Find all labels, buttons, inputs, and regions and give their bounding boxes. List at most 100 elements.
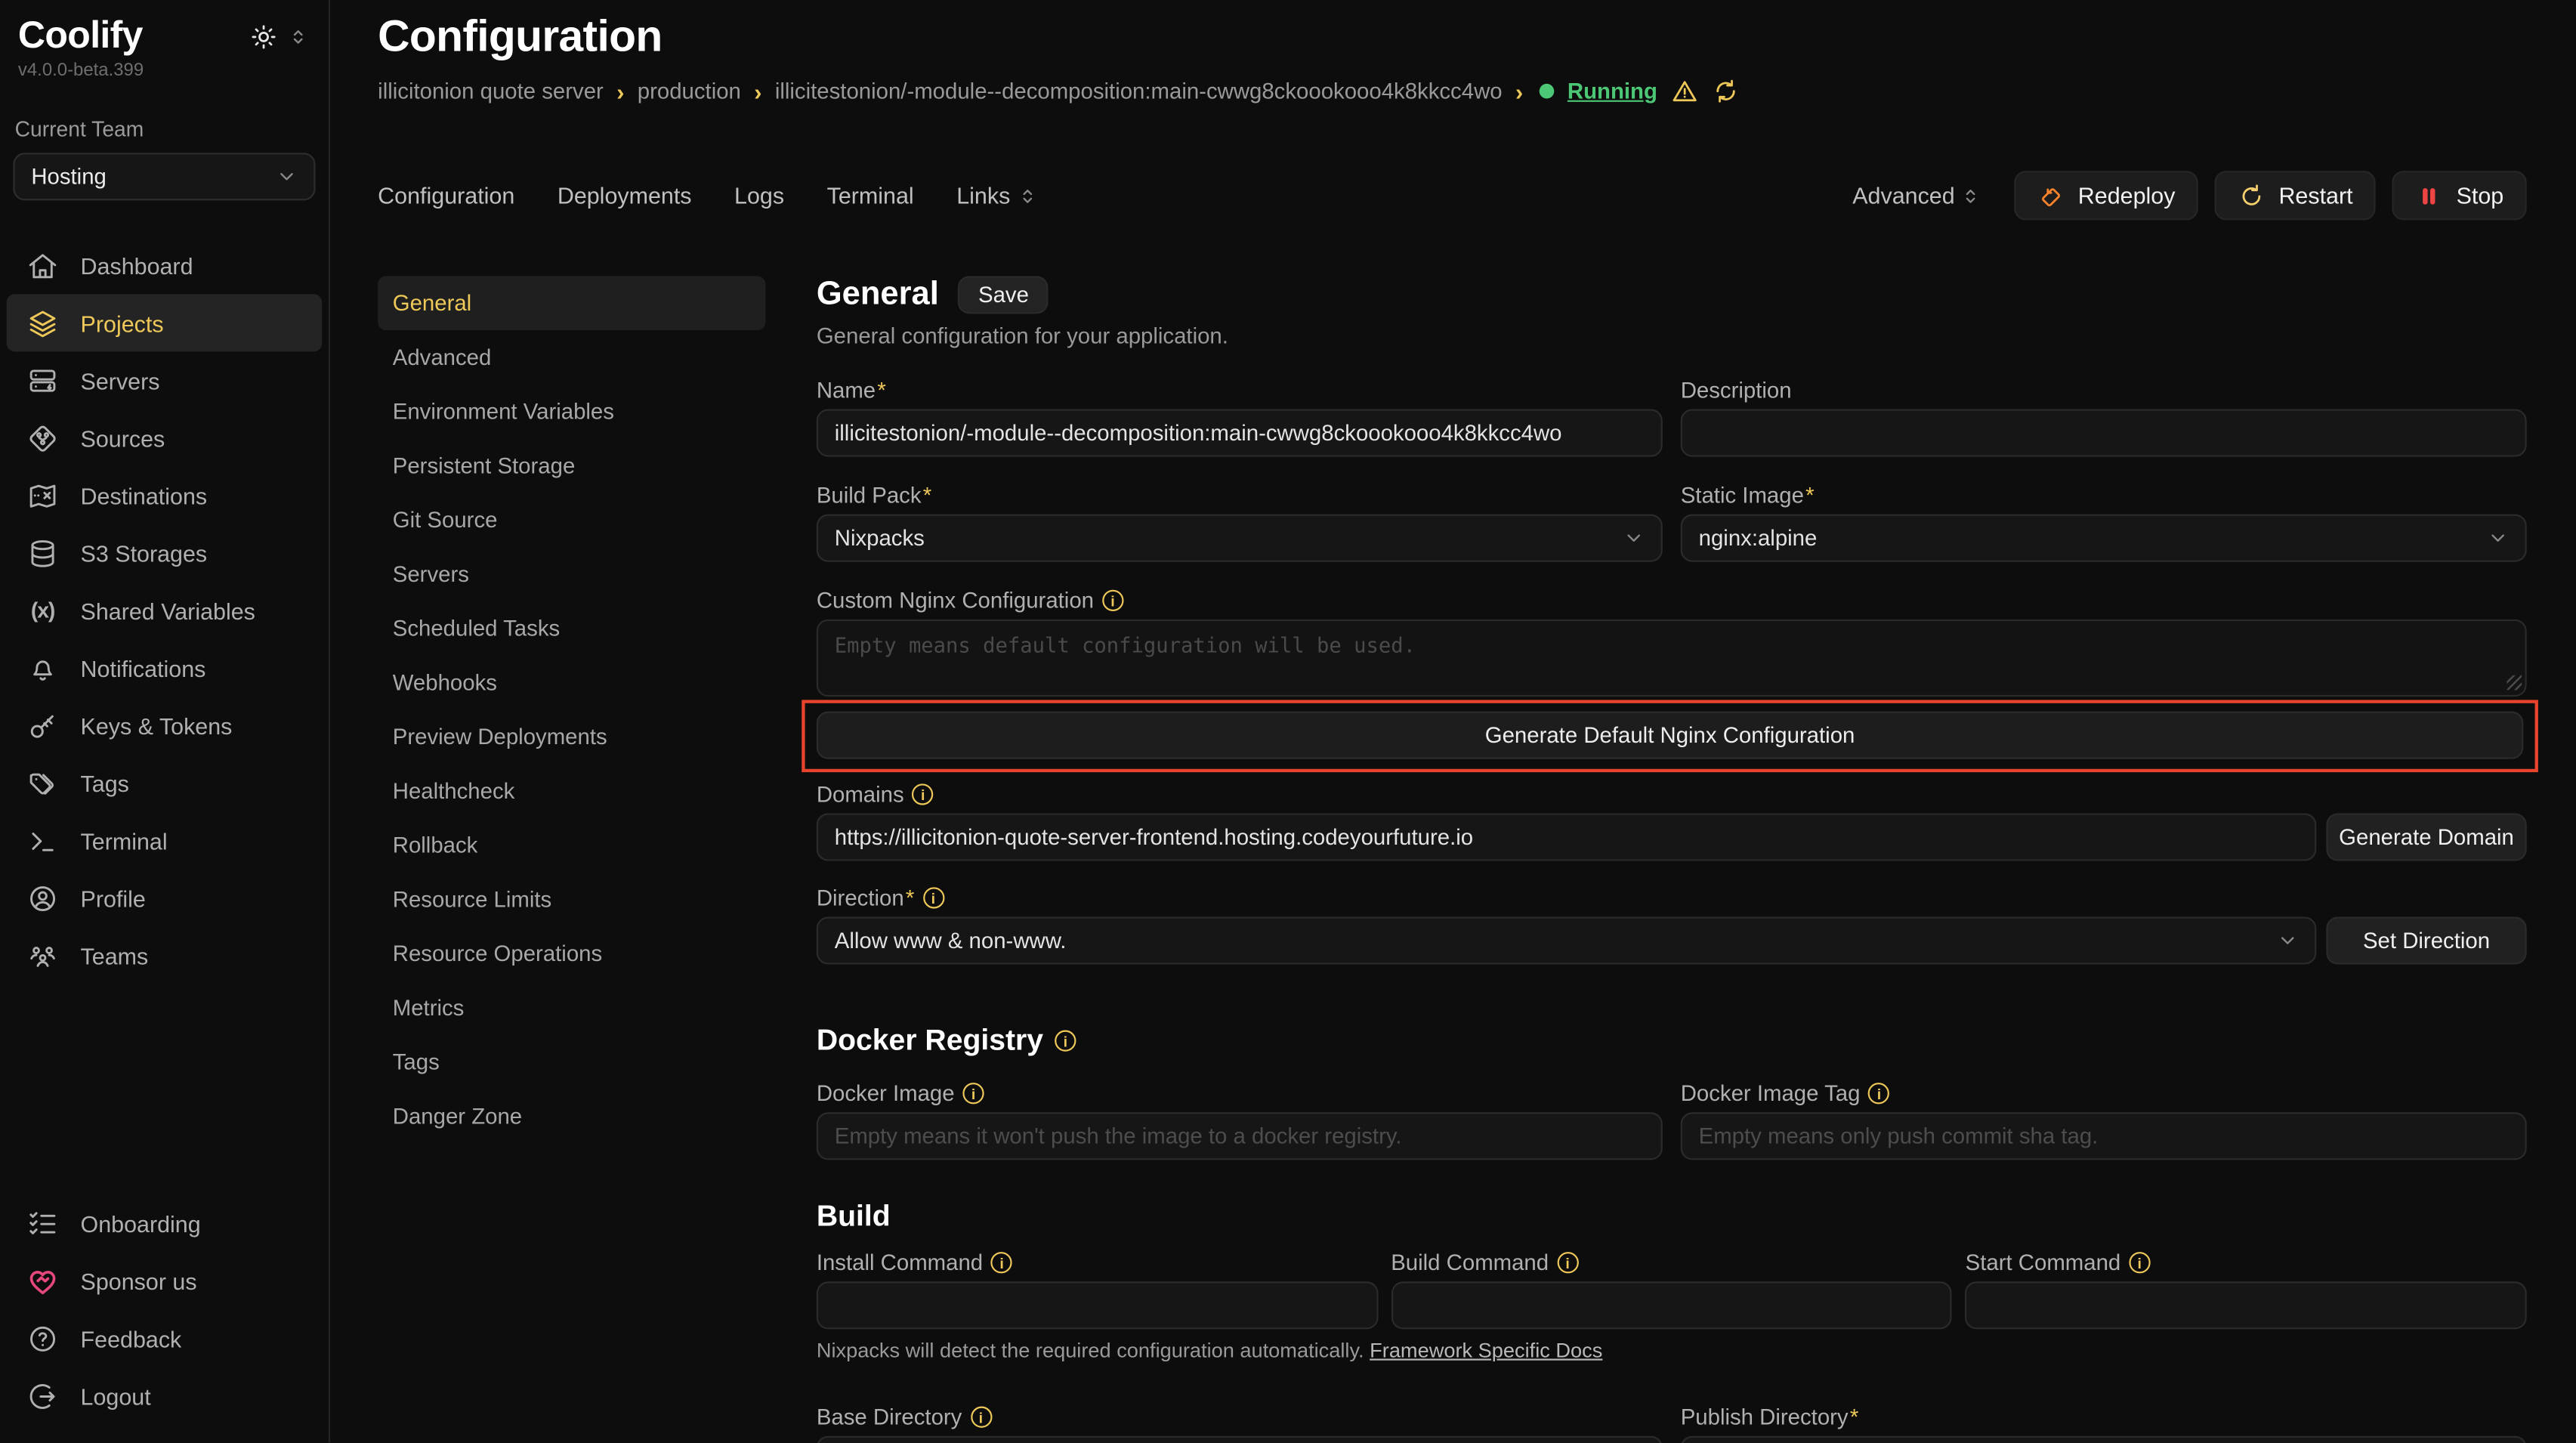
tab-links[interactable]: Links [956,182,1038,209]
subnav-scheduled-tasks[interactable]: Scheduled Tasks [378,601,765,656]
breadcrumb-chevron-icon: › [754,78,761,104]
sidebar-footer: Onboarding Sponsor us Feedback Logout [0,1194,329,1424]
subnav-tags[interactable]: Tags [378,1035,765,1089]
database-icon [26,536,59,569]
sidebar-item-dashboard[interactable]: Dashboard [7,236,323,294]
chevron-down-icon [2277,930,2298,951]
subnav-environment-variables[interactable]: Environment Variables [378,385,765,439]
sidebar-item-notifications[interactable]: Notifications [7,639,323,697]
subnav-metrics[interactable]: Metrics [378,981,765,1035]
docker-image-tag-label: Docker Image Tag [1681,1081,1861,1106]
subnav-preview-deployments[interactable]: Preview Deployments [378,709,765,764]
theme-selector-chevrons-icon[interactable] [288,26,309,48]
info-icon [962,1083,984,1104]
generate-nginx-config-button[interactable]: Generate Default Nginx Configuration [817,712,2524,759]
variable-icon: (x) [26,594,59,626]
name-label: Name [817,378,886,403]
publish-directory-input[interactable] [1681,1436,2527,1443]
base-directory-input[interactable] [817,1436,1663,1443]
subnav-healthcheck[interactable]: Healthcheck [378,764,765,818]
subnav-webhooks[interactable]: Webhooks [378,656,765,710]
breadcrumb-chevron-icon: › [1515,78,1523,104]
nginx-config-textarea[interactable] [817,620,2527,697]
sidebar-item-teams[interactable]: Teams [7,927,323,984]
subnav-git-source[interactable]: Git Source [378,493,765,547]
section-heading-build: Build [817,1200,891,1234]
sidebar-item-projects[interactable]: Projects [7,294,323,351]
subnav-advanced[interactable]: Advanced [378,330,765,385]
sidebar-item-s3-storages[interactable]: S3 Storages [7,524,323,582]
description-input[interactable] [1681,409,2527,457]
stop-button[interactable]: Stop [2392,171,2527,220]
resize-handle[interactable] [2507,675,2522,691]
build-pack-select[interactable]: Nixpacks [817,514,1663,562]
tab-configuration[interactable]: Configuration [378,182,514,209]
breadcrumb: illicitonion quote server › production ›… [378,77,2527,105]
subnav-danger-zone[interactable]: Danger Zone [378,1089,765,1144]
redeploy-button[interactable]: Redeploy [2014,171,2198,220]
sidebar-item-terminal[interactable]: Terminal [7,811,323,869]
help-icon [26,1322,59,1355]
section-subtitle: General configuration for your applicati… [817,323,2527,348]
annotation-highlight-box: Generate Default Nginx Configuration [802,700,2538,772]
map-icon [26,479,59,511]
status-running-link[interactable]: Running [1568,79,1657,104]
tab-terminal[interactable]: Terminal [827,182,914,209]
sidebar-item-servers[interactable]: Servers [7,351,323,409]
team-select[interactable]: Hosting [13,153,315,200]
sidebar-item-sponsor[interactable]: Sponsor us [7,1252,323,1309]
set-direction-button[interactable]: Set Direction [2326,916,2526,964]
section-heading-general: General [817,276,939,314]
start-command-input[interactable] [1966,1281,2527,1329]
checklist-icon [26,1207,59,1239]
direction-select[interactable]: Allow www & non-www. [817,916,2317,964]
breadcrumb-application[interactable]: illicitestonion/-module--decomposition:m… [775,79,1503,104]
subnav-rollback[interactable]: Rollback [378,818,765,873]
subnav-general[interactable]: General [378,276,765,330]
nixpacks-note: Nixpacks will detect the required config… [817,1339,2527,1361]
coolify-app: Coolify v4.0.0-beta.399 Current Team Hos… [0,0,2576,1442]
docker-image-label: Docker Image [817,1081,955,1106]
domains-input[interactable] [817,813,2317,861]
save-button[interactable]: Save [959,276,1049,314]
docker-image-input[interactable] [817,1112,1663,1160]
sidebar-item-profile[interactable]: Profile [7,869,323,926]
tab-deployments[interactable]: Deployments [558,182,692,209]
team-select-value: Hosting [31,164,107,189]
sidebar-item-label: Onboarding [81,1210,201,1237]
subnav-resource-limits[interactable]: Resource Limits [378,873,765,927]
sidebar-item-sources[interactable]: Sources [7,409,323,467]
framework-docs-link[interactable]: Framework Specific Docs [1370,1339,1602,1361]
tab-logs[interactable]: Logs [734,182,784,209]
docker-image-tag-input[interactable] [1681,1112,2527,1160]
warning-icon[interactable] [1670,77,1698,105]
name-input[interactable] [817,409,1663,457]
sidebar-item-destinations[interactable]: Destinations [7,467,323,524]
sidebar-item-feedback[interactable]: Feedback [7,1309,323,1367]
subnav-resource-operations[interactable]: Resource Operations [378,927,765,981]
info-icon [1055,1030,1076,1052]
breadcrumb-project[interactable]: illicitonion quote server [378,79,604,104]
build-command-input[interactable] [1391,1281,1952,1329]
advanced-dropdown[interactable]: Advanced [1852,182,1981,209]
install-command-input[interactable] [817,1281,1378,1329]
sidebar-item-label: Logout [81,1383,151,1409]
generate-domain-button[interactable]: Generate Domain [2326,813,2526,861]
sidebar-item-label: Notifications [81,655,206,681]
static-image-value: nginx:alpine [1699,526,1818,551]
subnav-servers[interactable]: Servers [378,547,765,601]
subnav-persistent-storage[interactable]: Persistent Storage [378,439,765,493]
sidebar-item-shared-variables[interactable]: (x) Shared Variables [7,582,323,639]
static-image-select[interactable]: nginx:alpine [1681,514,2527,562]
breadcrumb-environment[interactable]: production [638,79,741,104]
restart-button[interactable]: Restart [2215,171,2376,220]
info-icon [991,1252,1012,1273]
layers-icon [26,307,59,339]
sidebar-item-tags[interactable]: Tags [7,754,323,811]
sidebar-item-onboarding[interactable]: Onboarding [7,1194,323,1252]
theme-toggle-sun-icon[interactable] [250,23,278,51]
sidebar-item-logout[interactable]: Logout [7,1367,323,1424]
refresh-icon[interactable] [1712,77,1740,105]
sidebar-item-keys-tokens[interactable]: Keys & Tokens [7,697,323,754]
sidebar-item-label: Dashboard [81,252,193,279]
